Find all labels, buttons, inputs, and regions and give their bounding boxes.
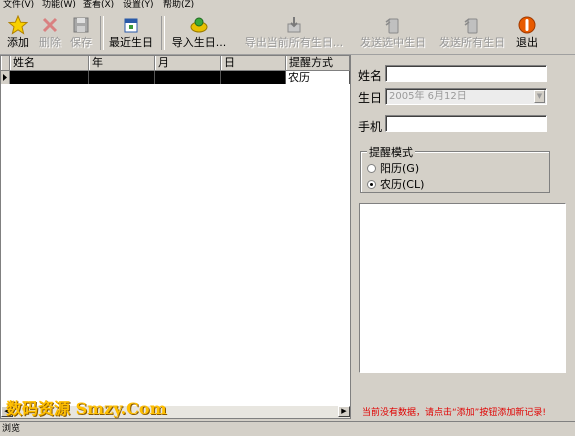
radio-solar-label: 阳历(G) [380, 162, 420, 175]
radio-solar[interactable]: 阳历(G) [367, 160, 419, 176]
reminder-mode-title: 提醒模式 [367, 144, 415, 160]
name-label: 姓名 [358, 69, 383, 83]
radio-lunar-label: 农历(CL) [380, 178, 425, 191]
menu-view[interactable]: 查看(X) [83, 0, 114, 11]
birthday-grid[interactable]: 姓名 年 月 日 提醒方式 农历 ◀ ▶ [0, 55, 351, 419]
row-indicator [1, 71, 10, 84]
add-label: 添加 [7, 36, 29, 49]
delete-button[interactable]: 删除 [36, 14, 64, 52]
menu-settings[interactable]: 设置(Y) [123, 0, 154, 11]
delete-x-icon [41, 14, 59, 36]
name-field[interactable] [385, 65, 547, 82]
grid-header-mode[interactable]: 提醒方式 [286, 56, 350, 70]
watermark: 数码资源 Smzy.Com [6, 399, 167, 418]
export-birthday-label: 导出当前所有生日... [244, 36, 344, 49]
send-selected-button[interactable]: 发送选中生日 [356, 14, 430, 52]
detail-panel: 姓名 生日 2005年 6月12日 ▼ 手机 提醒模式 阳历(G) 农历(CL)… [352, 55, 575, 419]
scroll-right-icon[interactable]: ▶ [338, 406, 350, 417]
add-button[interactable]: 添加 [3, 14, 33, 52]
table-row[interactable]: 农历 [1, 71, 350, 84]
note-area[interactable] [359, 203, 566, 373]
hint-text: 当前没有数据，请点击“添加”按钮添加新记录! [362, 408, 546, 418]
exit-label: 退出 [516, 36, 538, 49]
recent-birthday-button[interactable]: 最近生日 [106, 14, 156, 52]
birthday-value: 2005年 6月12日 [389, 91, 467, 102]
radio-lunar[interactable]: 农历(CL) [367, 176, 424, 192]
grid-header-month[interactable]: 月 [155, 56, 221, 70]
radio-solar-icon[interactable] [367, 163, 376, 173]
cell-day[interactable] [221, 71, 286, 84]
save-button[interactable]: 保存 [67, 14, 95, 52]
exit-button[interactable]: 退出 [513, 14, 541, 52]
phone-label: 手机 [358, 120, 383, 134]
recent-birthday-label: 最近生日 [109, 36, 153, 49]
import-birthday-button[interactable]: 导入生日... [166, 14, 232, 52]
cell-mode[interactable]: 农历 [286, 71, 350, 84]
menu-file[interactable]: 文件(V) [3, 0, 34, 11]
birthday-label: 生日 [358, 91, 383, 105]
send-selected-label: 发送选中生日 [360, 36, 426, 49]
import-birthday-label: 导入生日... [171, 36, 227, 49]
export-birthday-button[interactable]: 导出当前所有生日... [238, 14, 350, 52]
status-text: 浏览 [2, 424, 21, 434]
grid-header-name[interactable]: 姓名 [10, 56, 89, 70]
phone-field[interactable] [385, 115, 547, 132]
grid-header-year[interactable]: 年 [89, 56, 155, 70]
import-folder-icon [189, 14, 209, 36]
menu-function[interactable]: 功能(W) [42, 0, 76, 11]
grid-header: 姓名 年 月 日 提醒方式 [1, 56, 350, 71]
current-row-arrow-icon [3, 74, 7, 81]
send-all-button[interactable]: 发送所有生日 [435, 14, 509, 52]
cell-name[interactable] [10, 71, 89, 84]
toolbar-separator [161, 16, 165, 50]
phone-send-icon [384, 14, 402, 36]
send-all-label: 发送所有生日 [439, 36, 505, 49]
cell-month[interactable] [155, 71, 221, 84]
status-bar: 浏览 [0, 421, 575, 436]
menu-help[interactable]: 帮助(Z) [163, 0, 194, 11]
exit-power-icon [517, 14, 537, 36]
export-arrow-icon [285, 14, 303, 36]
star-icon [8, 14, 28, 36]
menu-bar: 文件(V) 功能(W) 查看(X) 设置(Y) 帮助(Z) [0, 0, 575, 12]
radio-lunar-icon[interactable] [367, 179, 376, 189]
reminder-mode-group: 提醒模式 阳历(G) 农历(CL) [360, 144, 550, 193]
phone-send-all-icon [463, 14, 481, 36]
grid-header-indicator [1, 56, 10, 70]
toolbar: 添加 删除 保存 最近生日 导入生日... 导出当前所有生日... 发送选中生日… [0, 12, 575, 55]
dropdown-arrow-icon[interactable]: ▼ [534, 90, 545, 103]
grid-header-day[interactable]: 日 [221, 56, 286, 70]
floppy-disk-icon [72, 14, 90, 36]
calendar-icon [122, 14, 140, 36]
cell-year[interactable] [89, 71, 155, 84]
delete-label: 删除 [39, 36, 61, 49]
save-label: 保存 [70, 36, 92, 49]
birthday-picker[interactable]: 2005年 6月12日 ▼ [385, 88, 547, 105]
toolbar-separator [100, 16, 104, 50]
